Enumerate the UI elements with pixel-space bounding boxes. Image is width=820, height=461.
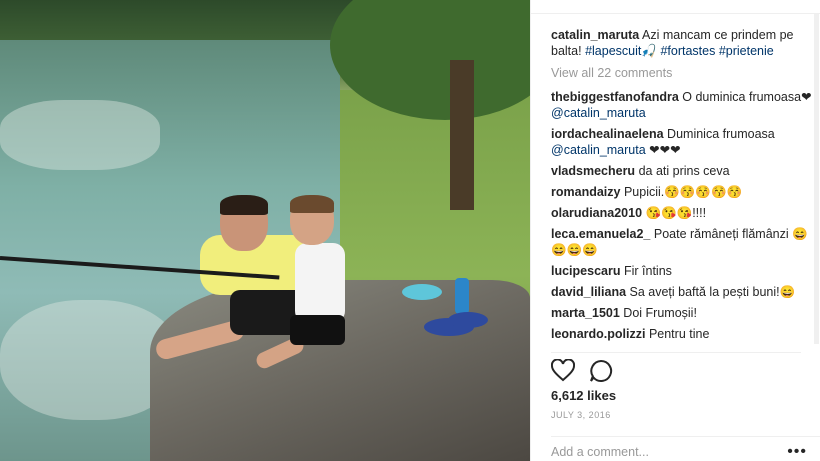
comment-item: leonardo.polizzi Pentru tine bbox=[551, 326, 813, 342]
add-comment-input[interactable] bbox=[551, 445, 771, 459]
comment-author-link[interactable]: iordachealinaelena bbox=[551, 127, 664, 141]
comments-scrollbar[interactable] bbox=[814, 14, 819, 344]
post-photo[interactable] bbox=[0, 0, 530, 461]
comment-text: Sa aveți baftă la pești buni!😄 bbox=[629, 285, 796, 299]
photo-shoe bbox=[448, 312, 488, 328]
post-actions bbox=[550, 352, 801, 385]
comment-item: vladsmecheru da ati prins ceva bbox=[551, 163, 813, 179]
mention-link[interactable]: @catalin_maruta bbox=[551, 143, 646, 157]
add-comment-bar: ••• bbox=[551, 436, 820, 461]
photo-tree-trunk bbox=[450, 60, 474, 210]
comment-text: da ati prins ceva bbox=[638, 164, 730, 178]
comment-author-link[interactable]: marta_1501 bbox=[551, 306, 620, 320]
comment-item: leca.emanuela2_ Poate rămâneți flămânzi … bbox=[551, 226, 813, 258]
comment-text: Fir întins bbox=[623, 264, 672, 278]
comment-author-link[interactable]: romandaizy bbox=[551, 185, 620, 199]
comment-item: marta_1501 Doi Frumoșii! bbox=[551, 305, 813, 321]
comment-item: romandaizy Pupicii.😚😚😚😚😚 bbox=[551, 184, 813, 200]
comment-text: Pentru tine bbox=[648, 327, 710, 341]
comment-item: thebiggestfanofandra O duminica frumoasa… bbox=[551, 89, 813, 121]
likes-count[interactable]: 6,612 likes bbox=[551, 388, 616, 403]
caption-emoji: 🎣 bbox=[641, 44, 657, 58]
caption-author-link[interactable]: catalin_maruta bbox=[551, 28, 639, 42]
comment-text: Doi Frumoșii! bbox=[623, 306, 697, 320]
comments-panel: catalin_maruta Azi mancam ce prindem pe … bbox=[530, 0, 820, 461]
comment-item: david_liliana Sa aveți baftă la pești bu… bbox=[551, 284, 813, 300]
hashtag-link[interactable]: #prietenie bbox=[719, 44, 774, 58]
panel-top-divider bbox=[531, 0, 820, 14]
comment-author-link[interactable]: leonardo.polizzi bbox=[551, 327, 645, 341]
comment-author-link[interactable]: olarudiana2010 bbox=[551, 206, 642, 220]
photo-boy bbox=[253, 195, 355, 385]
comment-author-link[interactable]: vladsmecheru bbox=[551, 164, 635, 178]
photo-boy-tank bbox=[295, 243, 345, 323]
photo-man-hair bbox=[220, 195, 268, 215]
comment-text: 😘😘😘!!!! bbox=[645, 206, 707, 220]
comments-list: catalin_maruta Azi mancam ce prindem pe … bbox=[551, 27, 813, 347]
comment-icon[interactable] bbox=[589, 359, 615, 385]
photo-boy-shorts bbox=[290, 315, 345, 345]
comment-text: Duminica frumoasa bbox=[667, 127, 775, 141]
comment-author-link[interactable]: lucipescaru bbox=[551, 264, 620, 278]
photo-water-bottle bbox=[455, 278, 469, 314]
caption: catalin_maruta Azi mancam ce prindem pe … bbox=[551, 27, 813, 59]
comment-author-link[interactable]: thebiggestfanofandra bbox=[551, 90, 679, 104]
post-date[interactable]: JULY 3, 2016 bbox=[551, 410, 611, 420]
comment-item: olarudiana2010 😘😘😘!!!! bbox=[551, 205, 813, 221]
comment-emoji: ❤❤❤ bbox=[649, 143, 681, 157]
photo-shoe bbox=[402, 284, 442, 300]
hashtag-link[interactable]: #lapescuit bbox=[585, 44, 641, 58]
more-icon[interactable]: ••• bbox=[787, 443, 807, 461]
view-all-comments-link[interactable]: View all 22 comments bbox=[551, 65, 813, 81]
comment-author-link[interactable]: david_liliana bbox=[551, 285, 626, 299]
comment-item: lucipescaru Fir întins bbox=[551, 263, 813, 279]
photo-boy-hair bbox=[290, 195, 334, 213]
comment-text: Pupicii.😚😚😚😚😚 bbox=[623, 185, 743, 199]
heart-icon[interactable] bbox=[550, 358, 577, 385]
comment-item: iordachealinaelena Duminica frumoasa @ca… bbox=[551, 126, 813, 158]
photo-reflection bbox=[0, 100, 160, 170]
comment-text: O duminica frumoasa❤ bbox=[682, 90, 812, 104]
comment-author-link[interactable]: leca.emanuela2_ bbox=[551, 227, 650, 241]
mention-link[interactable]: @catalin_maruta bbox=[551, 106, 646, 120]
hashtag-link[interactable]: #fortastes bbox=[660, 44, 715, 58]
